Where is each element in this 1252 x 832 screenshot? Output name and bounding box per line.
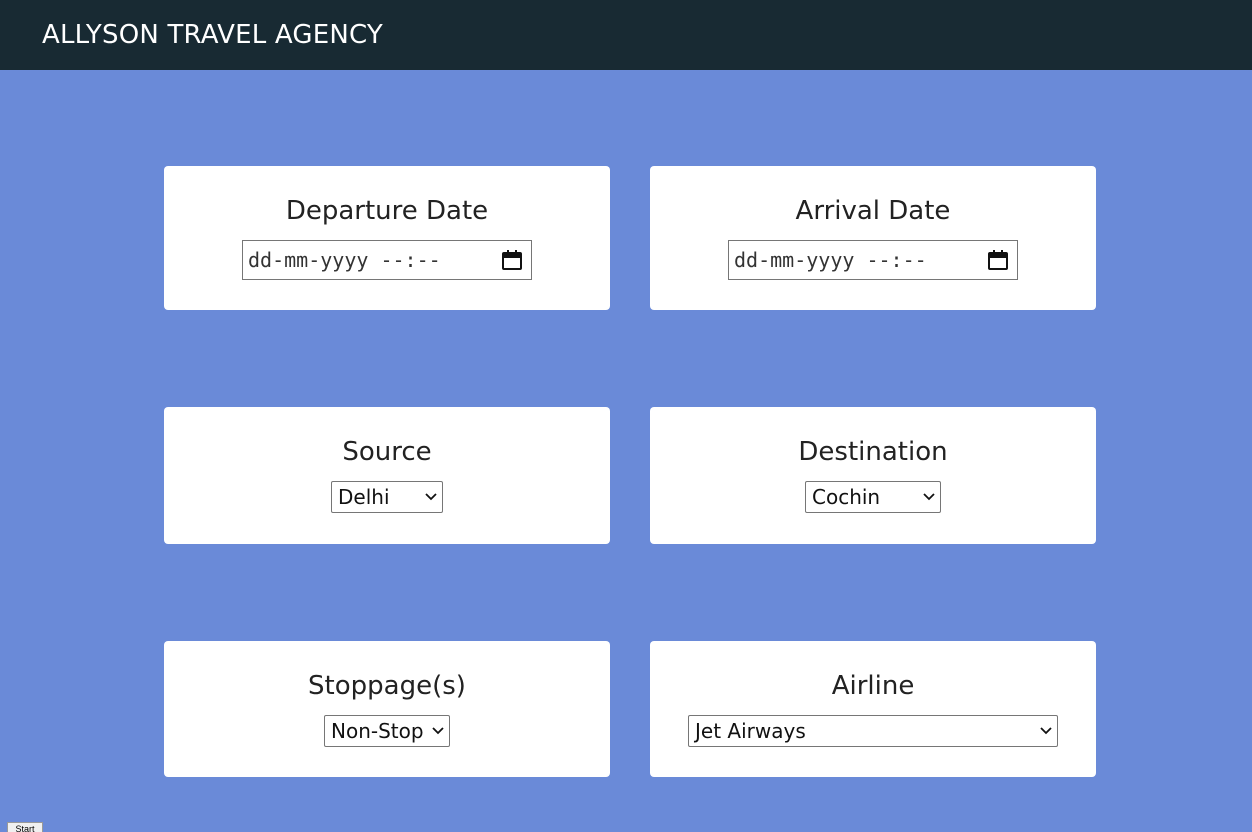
arrival-date-label: Arrival Date xyxy=(795,196,951,226)
arrival-date-card: Arrival Date dd-mm-yyyy --:-- xyxy=(650,166,1096,310)
destination-label: Destination xyxy=(798,437,948,467)
destination-card: Destination Cochin xyxy=(650,407,1096,544)
airline-card: Airline Jet Airways xyxy=(650,641,1096,777)
destination-select[interactable]: Cochin xyxy=(805,481,941,513)
stoppage-selected-value: Non-Stop xyxy=(331,719,424,743)
calendar-icon[interactable] xyxy=(501,249,523,271)
stoppage-card: Stoppage(s) Non-Stop xyxy=(164,641,610,777)
brand-title[interactable]: ALLYSON TRAVEL AGENCY xyxy=(42,20,383,50)
departure-date-label: Departure Date xyxy=(285,196,489,226)
calendar-icon[interactable] xyxy=(987,249,1009,271)
start-button[interactable]: Start xyxy=(7,822,43,832)
source-card: Source Delhi xyxy=(164,407,610,544)
departure-date-input[interactable]: dd-mm-yyyy --:-- xyxy=(242,240,532,280)
chevron-down-icon xyxy=(432,727,444,735)
source-select[interactable]: Delhi xyxy=(331,481,443,513)
stoppage-label: Stoppage(s) xyxy=(308,671,466,701)
airline-label: Airline xyxy=(831,671,915,701)
chevron-down-icon xyxy=(923,493,935,501)
destination-selected-value: Cochin xyxy=(812,485,881,509)
arrival-date-input[interactable]: dd-mm-yyyy --:-- xyxy=(728,240,1018,280)
departure-date-card: Departure Date dd-mm-yyyy --:-- xyxy=(164,166,610,310)
source-label: Source xyxy=(342,437,432,467)
departure-date-placeholder: dd-mm-yyyy --:-- xyxy=(248,248,441,272)
stoppage-select[interactable]: Non-Stop xyxy=(324,715,450,747)
airline-selected-value: Jet Airways xyxy=(695,719,806,743)
arrival-date-placeholder: dd-mm-yyyy --:-- xyxy=(734,248,927,272)
navbar: ALLYSON TRAVEL AGENCY xyxy=(0,0,1252,70)
chevron-down-icon xyxy=(425,493,437,501)
chevron-down-icon xyxy=(1040,727,1052,735)
source-selected-value: Delhi xyxy=(338,485,390,509)
airline-select[interactable]: Jet Airways xyxy=(688,715,1058,747)
